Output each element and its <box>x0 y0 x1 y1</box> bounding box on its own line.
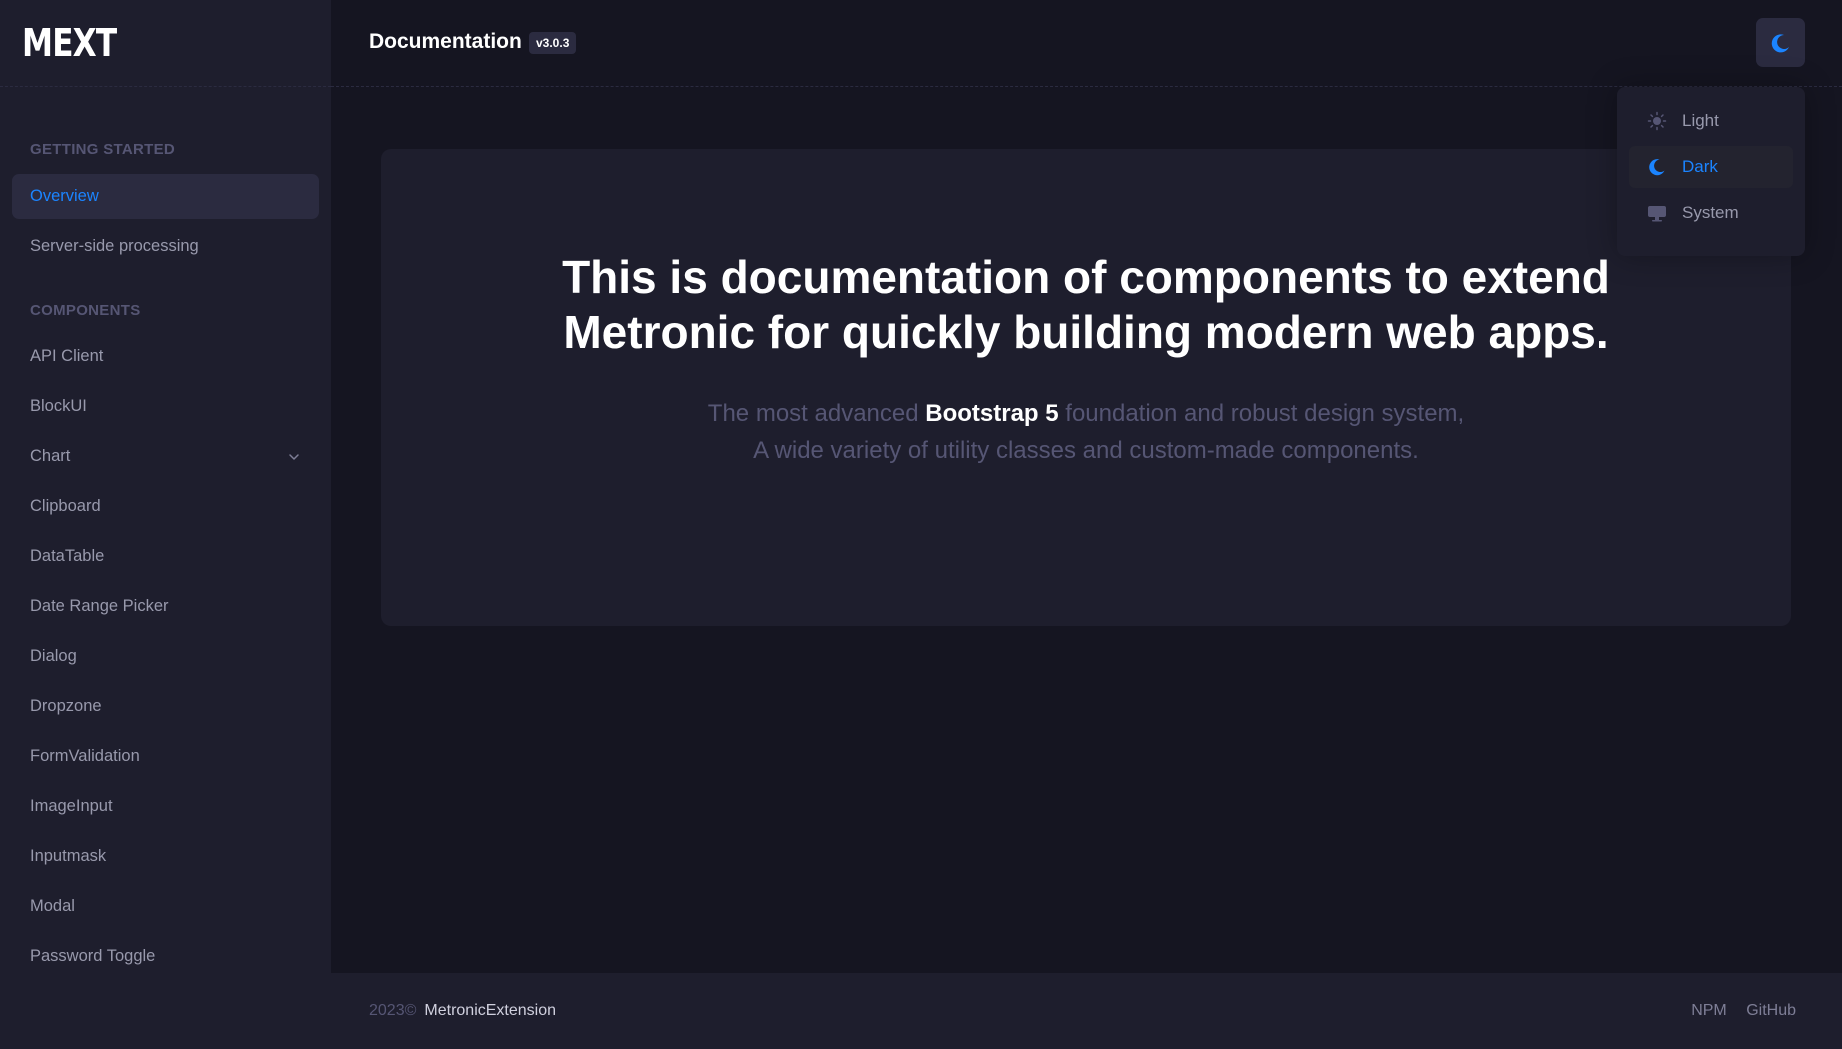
sidebar-item-formvalidation[interactable]: FormValidation <box>12 734 319 779</box>
hero-headline-line-1: This is documentation of components to e… <box>562 251 1610 303</box>
hero-subtitle-highlight: Bootstrap 5 <box>925 400 1059 427</box>
sidebar-item-clipboard[interactable]: Clipboard <box>12 484 319 529</box>
theme-toggle-button[interactable] <box>1756 18 1805 67</box>
sidebar-item-dialog[interactable]: Dialog <box>12 634 319 679</box>
hero-card: This is documentation of components to e… <box>381 149 1791 626</box>
sidebar-item-label: Clipboard <box>30 497 101 515</box>
sidebar-item-label: Server-side processing <box>30 237 199 255</box>
logo[interactable]: MEXT <box>22 21 117 65</box>
sidebar-item-label: FormValidation <box>30 747 140 765</box>
page-title: Documentation <box>369 30 522 53</box>
chevron-down-icon <box>289 453 299 460</box>
sidebar-item-label: Inputmask <box>30 847 107 865</box>
sidebar-item-password-toggle[interactable]: Password Toggle <box>12 934 319 979</box>
sidebar-item-server-side-processing[interactable]: Server-side processing <box>12 224 319 269</box>
sidebar-item-label: Dropzone <box>30 697 102 715</box>
sidebar-item-api-client[interactable]: API Client <box>12 334 319 379</box>
footer: 2023© MetronicExtension NPM GitHub <box>331 973 1842 1049</box>
hero-subtitle-line-1: The most advanced Bootstrap 5 foundation… <box>381 395 1791 432</box>
sidebar-item-overview[interactable]: Overview <box>12 174 319 219</box>
sidebar-item-label: BlockUI <box>30 397 87 415</box>
sidebar-item-modal[interactable]: Modal <box>12 884 319 929</box>
theme-option-dark[interactable]: Dark <box>1629 146 1793 188</box>
hero-subtitle-line-2: A wide variety of utility classes and cu… <box>753 437 1419 464</box>
sidebar-item-label: Date Range Picker <box>30 597 169 615</box>
sidebar-item-label: Modal <box>30 897 75 915</box>
sidebar-item-label: Chart <box>30 447 71 465</box>
theme-option-light[interactable]: Light <box>1629 100 1793 142</box>
sidebar-item-label: API Client <box>30 347 104 365</box>
moon-icon <box>1647 157 1667 177</box>
theme-menu: Light Dark System <box>1617 87 1805 256</box>
sidebar-nav: GETTING STARTED Overview Server-side pro… <box>0 141 331 979</box>
company-link[interactable]: MetronicExtension <box>424 1002 556 1019</box>
sidebar-item-inputmask[interactable]: Inputmask <box>12 834 319 879</box>
logo-area: MEXT <box>0 0 331 87</box>
footer-copyright: 2023© MetronicExtension <box>369 1002 556 1020</box>
theme-option-label: System <box>1682 203 1739 222</box>
section-title-components: COMPONENTS <box>30 302 141 319</box>
sidebar-item-date-range-picker[interactable]: Date Range Picker <box>12 584 319 629</box>
github-link[interactable]: GitHub <box>1746 1002 1796 1019</box>
theme-option-system[interactable]: System <box>1629 192 1793 234</box>
npm-link[interactable]: NPM <box>1691 1002 1727 1019</box>
theme-option-label: Light <box>1682 111 1719 130</box>
hero-subtitle: The most advanced Bootstrap 5 foundation… <box>381 395 1791 469</box>
sun-icon <box>1647 111 1667 131</box>
copyright-text: 2023© <box>369 1002 417 1019</box>
hero-subtitle-pre: The most advanced <box>707 400 926 427</box>
sidebar-item-datatable[interactable]: DataTable <box>12 534 319 579</box>
sidebar-item-chart[interactable]: Chart <box>12 434 319 479</box>
sidebar-item-label: Overview <box>30 187 99 205</box>
sidebar-item-blockui[interactable]: BlockUI <box>12 384 319 429</box>
hero-headline-line-2: Metronic for quickly building modern web… <box>563 306 1609 358</box>
hero-headline: This is documentation of components to e… <box>381 250 1791 360</box>
monitor-icon <box>1647 203 1667 223</box>
section-title-getting-started: GETTING STARTED <box>30 141 176 158</box>
sidebar: MEXT GETTING STARTED Overview Server-sid… <box>0 0 331 1049</box>
version-badge: v3.0.3 <box>529 32 577 54</box>
sidebar-item-label: Password Toggle <box>30 947 156 965</box>
footer-links: NPM GitHub <box>1676 1002 1796 1020</box>
sidebar-item-imageinput[interactable]: ImageInput <box>12 784 319 829</box>
sidebar-item-label: Dialog <box>30 647 77 665</box>
theme-option-label: Dark <box>1682 157 1718 176</box>
sidebar-item-dropzone[interactable]: Dropzone <box>12 684 319 729</box>
sidebar-item-label: ImageInput <box>30 797 113 815</box>
hero-subtitle-post: foundation and robust design system, <box>1058 400 1465 427</box>
moon-icon <box>1771 33 1789 52</box>
topbar: Documentation v3.0.3 <box>331 0 1842 87</box>
sidebar-item-label: DataTable <box>30 547 105 565</box>
